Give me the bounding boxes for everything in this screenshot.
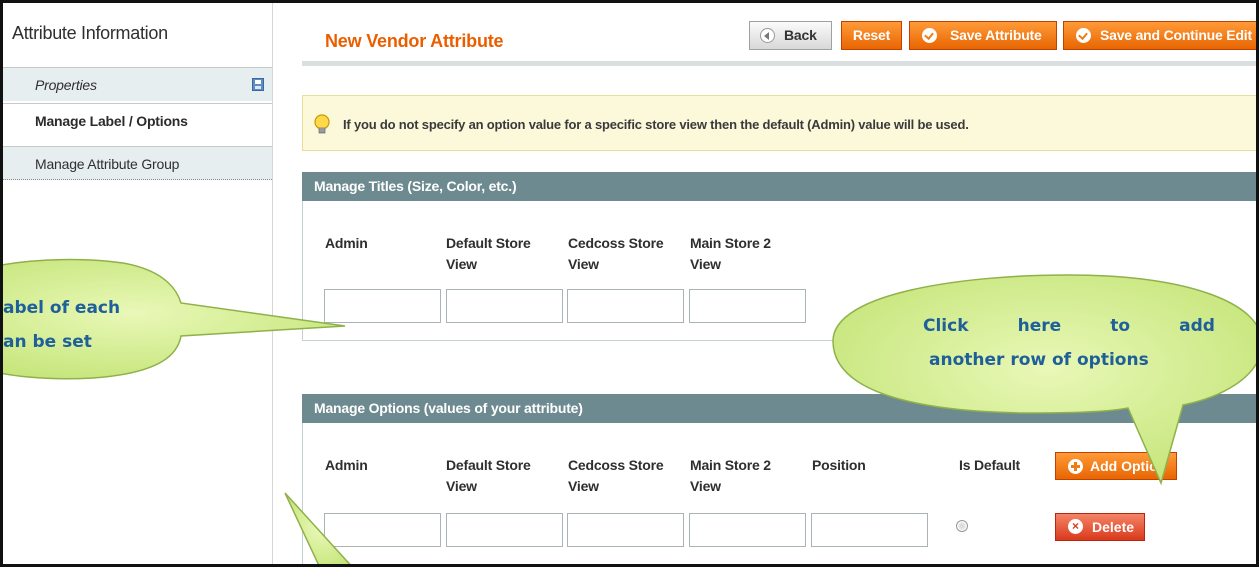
left-callout-line: an be set [3, 332, 92, 352]
column-header-cedcoss-store-view: Cedcoss Store View [568, 455, 664, 497]
option-position-input[interactable] [811, 513, 928, 547]
column-header-line: View [568, 478, 599, 494]
column-header-default-store-view: Default Store View [446, 455, 531, 497]
column-header-line: Admin [325, 235, 368, 251]
x-icon: × [1068, 519, 1083, 534]
sidebar-item-manage-label-options[interactable]: Manage Label / Options [3, 103, 272, 137]
column-header-line: Admin [325, 457, 368, 473]
back-arrow-icon [760, 28, 775, 43]
right-callout-word: add [1179, 316, 1215, 336]
right-callout-line: Click here to add [923, 309, 1215, 343]
column-header-default-store-view: Default Store View [446, 233, 531, 275]
manage-titles-header: Manage Titles (Size, Color, etc.) [302, 172, 1256, 201]
check-icon [922, 28, 937, 43]
app-window: Attribute Information Properties Manage … [0, 0, 1259, 567]
sidebar-item-label: Properties [35, 77, 97, 93]
disk-icon [252, 78, 264, 91]
back-button-label: Back [784, 27, 817, 43]
plus-icon [1068, 459, 1083, 474]
option-default-store-view-input[interactable] [446, 513, 563, 547]
save-attribute-button[interactable]: Save Attribute [909, 21, 1057, 50]
right-callout-word: Click [923, 316, 969, 336]
column-header-line: Default Store [446, 457, 531, 473]
column-header-line: Main Store 2 [690, 235, 771, 251]
column-header-line: View [568, 256, 599, 272]
reset-button-label: Reset [852, 27, 891, 43]
back-button[interactable]: Back [749, 21, 832, 50]
column-header-line: Main Store 2 [690, 457, 771, 473]
option-main-store-2-view-input[interactable] [689, 513, 806, 547]
bulb-icon [314, 114, 330, 134]
save-attribute-label: Save Attribute [950, 27, 1042, 43]
column-header-line: View [446, 478, 477, 494]
column-header-cedcoss-store-view: Cedcoss Store View [568, 233, 664, 275]
title-admin-input[interactable] [324, 289, 441, 323]
option-admin-input[interactable] [324, 513, 441, 547]
right-callout-word: here [1017, 316, 1062, 336]
column-header-is-default: Is Default [959, 455, 1020, 476]
column-header-admin: Admin [325, 233, 368, 254]
delete-option-button[interactable]: × Delete [1055, 513, 1145, 541]
column-header-line: View [690, 478, 721, 494]
notice-message: If you do not specify an option value fo… [302, 95, 1256, 151]
column-header-line: Default Store [446, 235, 531, 251]
right-callout-line: another row of options [929, 350, 1149, 370]
column-header-line: View [690, 256, 721, 272]
sidebar-title: Attribute Information [12, 23, 168, 43]
page-title: New Vendor Attribute [325, 31, 504, 51]
column-header-admin: Admin [325, 455, 368, 476]
column-header-line: Is Default [959, 457, 1021, 473]
column-header-main-store-2-view: Main Store 2 View [690, 233, 771, 275]
sidebar-item-properties[interactable]: Properties [3, 67, 272, 101]
column-header-line: Position [812, 457, 866, 473]
manage-options-body: Admin Default Store View Cedcoss Store V… [302, 423, 1256, 564]
delete-option-label: Delete [1092, 519, 1135, 535]
left-callout-text: abel of each an be set [3, 291, 143, 359]
notice-text: If you do not specify an option value fo… [343, 117, 969, 132]
option-cedcoss-store-view-input[interactable] [567, 513, 684, 547]
title-main-store-2-view-input[interactable] [689, 289, 806, 323]
manage-options-header: Manage Options (values of your attribute… [302, 394, 1256, 423]
header-divider [302, 61, 1256, 66]
column-header-position: Position [812, 455, 866, 476]
sidebar: Attribute Information Properties Manage … [3, 3, 273, 564]
add-option-label: Add Option [1090, 458, 1167, 474]
column-header-line: Cedcoss Store [568, 235, 664, 251]
column-header-line: View [446, 256, 477, 272]
sidebar-item-label: Manage Label / Options [35, 113, 188, 129]
reset-button[interactable]: Reset [841, 21, 902, 50]
sidebar-item-manage-attribute-group[interactable]: Manage Attribute Group [3, 146, 272, 180]
check-icon [1076, 28, 1091, 43]
right-callout-word: to [1110, 316, 1131, 336]
title-default-store-view-input[interactable] [446, 289, 563, 323]
add-option-button[interactable]: Add Option [1055, 452, 1177, 480]
sidebar-item-label: Manage Attribute Group [35, 156, 180, 172]
save-and-continue-button[interactable]: Save and Continue Edit [1063, 21, 1256, 50]
column-header-main-store-2-view: Main Store 2 View [690, 455, 771, 497]
title-cedcoss-store-view-input[interactable] [567, 289, 684, 323]
save-and-continue-label: Save and Continue Edit [1100, 27, 1252, 43]
column-header-line: Cedcoss Store [568, 457, 664, 473]
left-callout-line: abel of each [3, 298, 121, 318]
is-default-radio[interactable] [956, 520, 968, 532]
right-callout-text: Click here to add another row of options [923, 309, 1215, 377]
